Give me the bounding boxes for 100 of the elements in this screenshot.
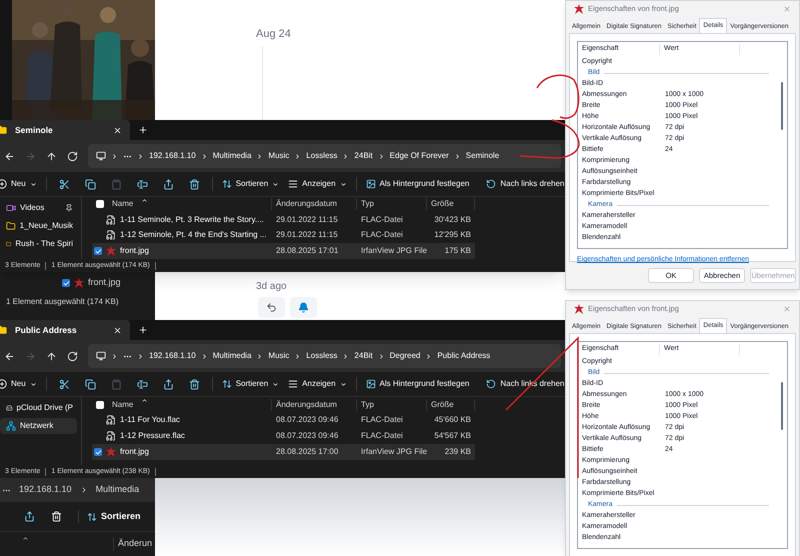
- up-arrow-icon[interactable]: [46, 150, 57, 162]
- column-header[interactable]: Name: [112, 198, 134, 210]
- pin-icon[interactable]: [65, 204, 73, 212]
- breadcrumb[interactable]: Seminole: [466, 150, 500, 162]
- view-button[interactable]: Anzeigen: [288, 378, 347, 390]
- breadcrumb[interactable]: 24Bit: [354, 150, 373, 162]
- notification-button[interactable]: [290, 297, 317, 318]
- sidebar-item[interactable]: pCloud Drive (P: [0, 400, 77, 416]
- video-icon: [6, 203, 16, 213]
- sidebar-item[interactable]: Videos: [0, 200, 77, 216]
- column-header[interactable]: Änderungsdatum: [272, 398, 357, 410]
- breadcrumb[interactable]: Multimedia: [212, 150, 252, 162]
- annotation-stroke: [536, 74, 580, 119]
- up-arrow-icon[interactable]: [46, 350, 57, 362]
- sort-icon: [222, 179, 232, 189]
- window-tab[interactable]: Public Address: [0, 320, 130, 340]
- set-background-button[interactable]: Als Hintergrund festlegen: [366, 178, 470, 190]
- select-all-checkbox[interactable]: [96, 400, 104, 408]
- table-cell-text: FLAC-Datei: [360, 229, 404, 242]
- column-header[interactable]: Änderun: [113, 537, 152, 551]
- column-header[interactable]: Änderungsdatum: [272, 198, 357, 210]
- new-tab-icon[interactable]: [138, 125, 148, 135]
- new-tab-icon[interactable]: [138, 325, 148, 335]
- back-arrow-icon[interactable]: [4, 150, 15, 162]
- address-bar[interactable]: 192.168.1.10 Multimedia Music Lossless 24Bit Edge Of Forever Seminole: [88, 144, 561, 168]
- copy-icon[interactable]: [84, 378, 96, 390]
- share-icon[interactable]: [24, 511, 35, 522]
- sidebar-item[interactable]: Rush - The Spiri: [0, 236, 77, 252]
- monitor-icon: [96, 351, 106, 361]
- file-name: front.jpg: [88, 276, 121, 290]
- table-cell-text: 12'295 KB: [433, 229, 472, 242]
- rename-icon[interactable]: [136, 178, 148, 190]
- scrollbar-thumb[interactable]: [781, 82, 783, 130]
- view-button[interactable]: Anzeigen: [288, 178, 347, 190]
- checkbox[interactable]: [94, 448, 102, 456]
- file-row[interactable]: 1-11 Seminole, Pt. 3 Rewrite the Story.... 29.01.2022 11:15 FLAC-Datei 30'423 KB: [92, 212, 475, 228]
- table-cell-text: 45'660 KB: [433, 414, 472, 426]
- breadcrumb[interactable]: Lossless: [306, 350, 338, 362]
- select-all-checkbox[interactable]: [96, 200, 104, 208]
- column-header[interactable]: Größe: [427, 198, 475, 210]
- audio-file-icon: [106, 214, 116, 225]
- sidebar-item[interactable]: 1_Neue_Musik: [0, 218, 77, 234]
- breadcrumb[interactable]: Multimedia: [96, 483, 140, 497]
- image-file-icon: [106, 246, 116, 256]
- sort-button[interactable]: Sortieren: [222, 178, 280, 190]
- new-button[interactable]: Neu: [0, 178, 37, 190]
- breadcrumb[interactable]: 192.168.1.10: [19, 483, 72, 497]
- breadcrumb[interactable]: Music: [268, 150, 290, 162]
- column-header[interactable]: Größe: [427, 398, 475, 410]
- new-button[interactable]: Neu: [0, 378, 37, 390]
- refresh-icon[interactable]: [67, 350, 78, 362]
- share-icon[interactable]: [162, 178, 174, 190]
- time-ago-label: 3d ago: [256, 280, 287, 294]
- rename-icon[interactable]: [136, 378, 148, 390]
- column-header[interactable]: Name: [112, 398, 134, 410]
- file-row[interactable]: 1-11 For You.flac 08.07.2023 09:46 FLAC-Datei 45'660 KB: [92, 412, 475, 428]
- copy-icon[interactable]: [84, 178, 96, 190]
- scissors-icon[interactable]: [58, 178, 70, 190]
- breadcrumb[interactable]: Degreed: [390, 350, 420, 362]
- sidebar-item[interactable]: Netzwerk: [0, 418, 77, 434]
- file-row[interactable]: front.jpg 28.08.2025 17:01 IrfanView JPG File 175 KB: [92, 243, 475, 260]
- breadcrumb[interactable]: Music: [268, 350, 290, 362]
- rotate-icon: [486, 379, 496, 389]
- breadcrumb[interactable]: Public Address: [437, 350, 490, 362]
- address-bar[interactable]: 192.168.1.10 Multimedia Music Lossless 24Bit Degreed Public Address: [88, 344, 561, 368]
- file-row[interactable]: 1-12 Pressure.flac 08.07.2023 09:46 FLAC-Datei 54'567 KB: [92, 428, 475, 444]
- file-name: 1-11 Seminole, Pt. 3 Rewrite the Story....: [120, 214, 264, 226]
- breadcrumb[interactable]: 192.168.1.10: [149, 350, 196, 362]
- checkbox[interactable]: [94, 247, 102, 256]
- table-cell-text: 239 KB: [444, 446, 472, 458]
- file-name: front.jpg: [120, 446, 149, 458]
- window-tab[interactable]: Seminole: [0, 120, 130, 140]
- app-icon: [574, 304, 584, 314]
- checkbox[interactable]: [62, 279, 70, 287]
- file-row[interactable]: front.jpg 28.08.2025 17:00 IrfanView JPG File 239 KB: [92, 444, 475, 460]
- trash-icon[interactable]: [188, 378, 200, 390]
- breadcrumb[interactable]: Lossless: [306, 150, 338, 162]
- breadcrumb[interactable]: Edge Of Forever: [390, 150, 449, 162]
- sort-button[interactable]: Sortieren: [222, 378, 280, 390]
- file-row[interactable]: 1-12 Seminole, Pt. 4 the End's Starting ... 29.01.2022 11:15 FLAC-Datei 12'295 KB: [92, 228, 475, 244]
- refresh-icon[interactable]: [67, 150, 78, 162]
- breadcrumb[interactable]: Multimedia: [212, 350, 252, 362]
- column-header[interactable]: Typ: [357, 398, 427, 410]
- breadcrumb[interactable]: 24Bit: [354, 350, 373, 362]
- network-icon: [6, 421, 16, 431]
- trash-icon[interactable]: [188, 178, 200, 190]
- file-name: 1-11 For You.flac: [120, 414, 180, 426]
- share-icon[interactable]: [162, 378, 174, 390]
- scrollbar-thumb[interactable]: [781, 382, 783, 430]
- breadcrumb[interactable]: 192.168.1.10: [149, 150, 196, 162]
- reply-button[interactable]: [258, 297, 285, 318]
- back-arrow-icon[interactable]: [4, 350, 15, 362]
- column-header[interactable]: Typ: [357, 198, 427, 210]
- sort-button[interactable]: Sortieren: [78, 510, 141, 524]
- chevron-icon: [294, 352, 302, 360]
- set-background-button[interactable]: Als Hintergrund festlegen: [366, 378, 470, 390]
- trash-icon[interactable]: [51, 511, 62, 522]
- rotate-left-button[interactable]: Nach links drehen: [486, 178, 564, 190]
- plus-icon: [0, 179, 7, 189]
- scissors-icon[interactable]: [58, 378, 70, 390]
